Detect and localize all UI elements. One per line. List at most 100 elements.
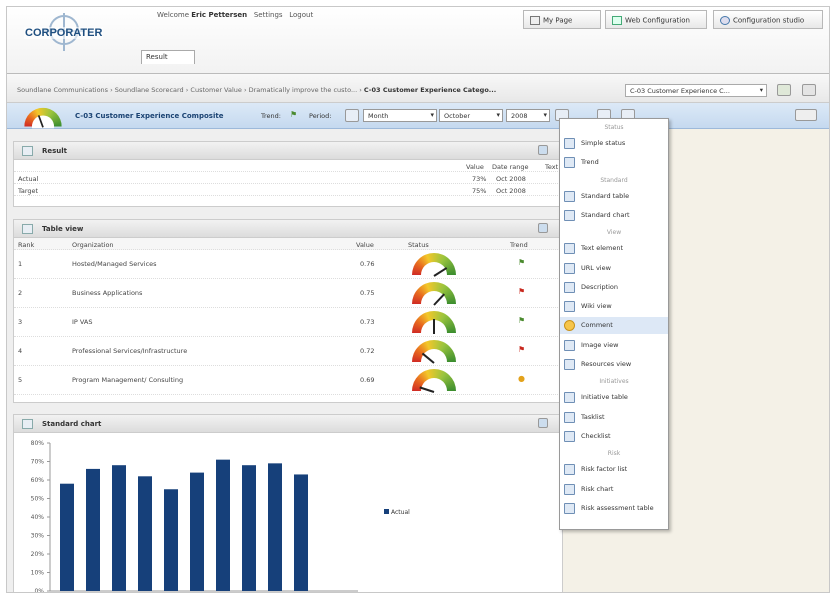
- y-tick-label: 50%: [31, 496, 45, 503]
- menu-item-url-view[interactable]: URL view: [560, 260, 668, 277]
- menu-item-label: Checklist: [581, 431, 611, 440]
- trend-up-icon: ⚑: [518, 258, 526, 267]
- breadcrumb-path[interactable]: Soundlane Communications › Soundlane Sco…: [17, 86, 364, 94]
- add-view-menu: Status Simple status Trend Standard Standard…: [559, 118, 669, 530]
- menu-item-image-view[interactable]: Image view: [560, 337, 668, 354]
- breadcrumb: Soundlane Communications › Soundlane Sco…: [7, 73, 829, 103]
- menu-item-risk-assessment-table[interactable]: Risk assessment table: [560, 500, 668, 517]
- menu-item-comment[interactable]: Comment: [560, 317, 668, 335]
- table-row[interactable]: 2 Business Applications 0.75 ⚑: [14, 279, 562, 308]
- logout-link[interactable]: Logout: [289, 11, 313, 19]
- organization-cell: Program Management/ Consulting: [72, 376, 184, 384]
- value-cell: 0.69: [360, 376, 375, 384]
- organization-cell: IP VAS: [72, 318, 93, 326]
- image-icon: [564, 339, 575, 351]
- chart-bar: [60, 483, 74, 591]
- table-row[interactable]: 3 IP VAS 0.73 ⚑: [14, 308, 562, 337]
- user-menu-icon[interactable]: [795, 109, 817, 121]
- menu-item-label: Trend: [581, 158, 599, 167]
- chart-bar: [112, 465, 126, 591]
- menu-item-text-element[interactable]: Text element: [560, 240, 668, 257]
- rank-cell: 4: [18, 347, 23, 355]
- status-icon: [564, 138, 575, 149]
- chart-icon: [22, 419, 33, 429]
- value-cell: 0.76: [360, 260, 375, 268]
- organization-cell: Professional Services/Infrastructure: [72, 347, 188, 355]
- menu-item-standard-chart[interactable]: Standard chart: [560, 207, 668, 224]
- status-gauge-icon: [412, 282, 456, 306]
- y-tick-label: 60%: [31, 477, 45, 484]
- result-header-row: Value Date range Text: [14, 160, 562, 172]
- standard-chart-header: Standard chart: [14, 415, 562, 433]
- y-tick-label: 0%: [34, 588, 44, 593]
- tasklist-icon: [564, 411, 575, 423]
- chart-bar: [190, 472, 204, 591]
- menu-item-risk-factor-list[interactable]: Risk factor list: [560, 461, 668, 478]
- period-label: Period:: [309, 112, 332, 120]
- resources-icon: [564, 359, 575, 370]
- menu-item-resources-view[interactable]: Resources view: [560, 356, 668, 373]
- kpi-select[interactable]: C-03 Customer Experience C... ▾: [625, 84, 767, 97]
- trend-down-icon: ⚑: [518, 345, 526, 354]
- chart-edit-icon[interactable]: [538, 418, 548, 428]
- result-row-actual: Actual 73% Oct 2008: [14, 172, 562, 184]
- panel-settings-icon[interactable]: [538, 145, 548, 155]
- welcome-line: Welcome Eric Pettersen Settings Logout: [157, 11, 313, 19]
- menu-item-risk-chart[interactable]: Risk chart: [560, 481, 668, 498]
- tab-result[interactable]: Result: [141, 50, 195, 64]
- menu-item-wiki-view[interactable]: Wiki view: [560, 298, 668, 315]
- menu-item-standard-table[interactable]: Standard table: [560, 188, 668, 205]
- table-row[interactable]: 5 Program Management/ Consulting 0.69 ●: [14, 366, 562, 395]
- risk-table-icon: [564, 502, 575, 514]
- text-icon: [564, 243, 575, 255]
- menu-item-label: Comment: [581, 321, 613, 330]
- top-bar: CORPORATER Welcome Eric Pettersen Settin…: [7, 7, 829, 73]
- trend-up-icon: ⚑: [518, 316, 526, 325]
- chevron-down-icon: ▾: [759, 86, 763, 94]
- rank-cell: 5: [18, 376, 23, 384]
- month-select[interactable]: October: [439, 109, 503, 122]
- menu-section-label: Standard: [600, 176, 628, 184]
- menu-item-label: Risk assessment table: [581, 503, 654, 512]
- menu-item-label: Risk chart: [581, 484, 614, 493]
- kpi-gauge-icon: [24, 107, 62, 129]
- menu-item-label: Tasklist: [581, 412, 605, 421]
- table-row[interactable]: 4 Professional Services/Infrastructure 0.7…: [14, 337, 562, 366]
- menu-item-checklist[interactable]: Checklist: [560, 428, 668, 445]
- period-type-select[interactable]: Month: [363, 109, 437, 122]
- settings-link[interactable]: Settings: [254, 11, 283, 19]
- chart-bar: [294, 474, 308, 591]
- user-name: Eric Pettersen: [191, 11, 248, 19]
- menu-item-initiative-table[interactable]: Initiative table: [560, 389, 668, 406]
- calendar-icon[interactable]: [345, 109, 359, 122]
- chart-bar: [216, 459, 230, 591]
- menu-item-tasklist[interactable]: Tasklist: [560, 409, 668, 426]
- print-icon[interactable]: [802, 84, 816, 96]
- menu-item-label: Text element: [581, 244, 624, 253]
- trend-label: Trend:: [261, 112, 281, 120]
- chart-bar: [164, 489, 178, 591]
- rank-cell: 1: [18, 260, 23, 268]
- menu-item-trend[interactable]: Trend: [560, 154, 668, 171]
- welcome-prefix: Welcome: [157, 11, 190, 19]
- value-cell: 0.73: [360, 318, 375, 326]
- my-page-button[interactable]: My Page: [523, 10, 601, 29]
- menu-item-label: Standard table: [581, 191, 630, 200]
- menu-item-description[interactable]: Description: [560, 279, 668, 296]
- chart-bar: [242, 465, 256, 591]
- result-title: Result: [42, 147, 68, 155]
- studio-icon: [720, 16, 730, 25]
- corporater-logo: CORPORATER: [15, 13, 135, 65]
- export-icon[interactable]: [777, 84, 791, 96]
- web-configuration-button[interactable]: Web Configuration: [605, 10, 707, 29]
- rank-cell: 3: [18, 318, 23, 326]
- kpi-bar: C-03 Customer Experience Composite Trend…: [7, 103, 829, 129]
- configuration-studio-button[interactable]: Configuration studio: [713, 10, 823, 29]
- panel-edit-icon[interactable]: [538, 223, 548, 233]
- status-gauge-icon: [412, 311, 456, 335]
- bar-chart: 80% 70% 60% 50% 40% 30% 20% 10% 0% Actual: [31, 440, 410, 593]
- menu-item-simple-status[interactable]: Simple status: [560, 135, 668, 152]
- value-cell: 0.75: [360, 289, 375, 297]
- year-select[interactable]: 2008: [506, 109, 550, 122]
- table-row[interactable]: 1 Hosted/Managed Services 0.76 ⚑: [14, 250, 562, 279]
